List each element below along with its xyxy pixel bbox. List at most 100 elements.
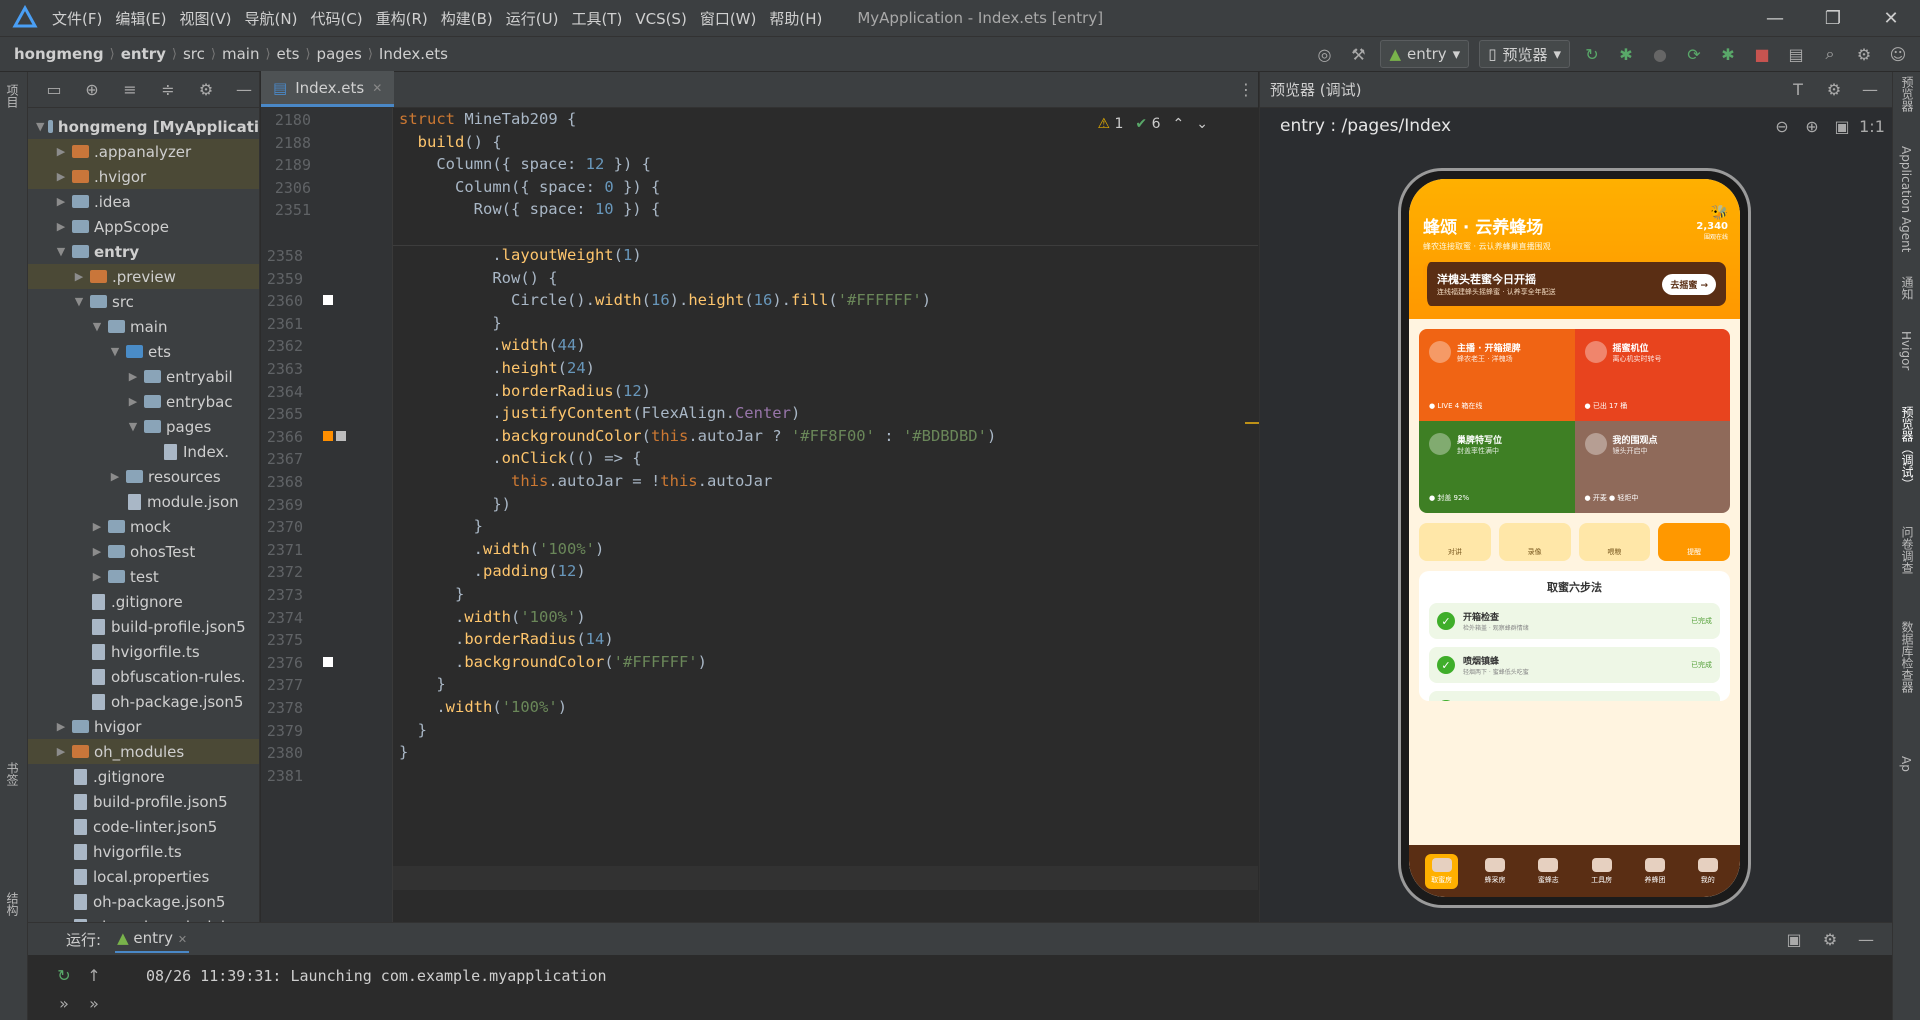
menu-item[interactable]: VCS(S) [635,10,686,28]
chevron-down-icon[interactable]: ⌄ [1196,116,1208,132]
tree-item[interactable]: ▶ mock [28,514,259,539]
menu-item[interactable]: 窗口(W) [700,10,757,28]
tree-item[interactable]: obfuscation-rules. [28,664,259,689]
app-tab[interactable]: 工具房 [1585,854,1618,889]
tree-item[interactable]: ▶ AppScope [28,214,259,239]
tree-item[interactable]: oh-package.json5 [28,689,259,714]
panel-icon[interactable]: ▭ [42,78,66,102]
tree-item[interactable]: ▶ test [28,564,259,589]
menu-item[interactable]: 视图(V) [180,10,232,28]
breadcrumb-item[interactable]: Index.ets [379,45,448,63]
live-card[interactable]: 主播 · 开箱提脾 蜂农老王 · 洋槐场 ● LIVE 4 箱在线 [1419,329,1575,421]
code-line[interactable]: Row({ space: 10 }) { [399,200,661,218]
code-line[interactable]: build() { [399,133,502,151]
quick-action-button[interactable]: 录像 [1498,523,1571,561]
profile-icon[interactable]: ✱ [1716,42,1740,66]
code-line[interactable]: } [399,743,408,761]
color-swatch[interactable] [336,430,346,441]
code-line[interactable]: .justifyContent(FlexAlign.Center) [399,404,800,422]
hammer-icon[interactable]: ⚒ [1346,42,1370,66]
code-line[interactable]: Column({ space: 0 }) { [399,178,660,196]
more-icon[interactable]: ⋮ [1234,78,1258,102]
fit-icon[interactable]: ▣ [1830,114,1854,138]
more-icon[interactable]: » [52,991,76,1015]
code-line[interactable]: .width('100%') [399,540,605,558]
inspection-widget[interactable]: ⚠ 1 ✔ 6 ⌃ ⌄ [1097,116,1208,132]
tree-item[interactable]: code-linter.json5 [28,814,259,839]
code-line[interactable]: this.autoJar = !this.autoJar [399,472,772,490]
breadcrumb-item[interactable]: src [183,45,205,63]
menu-item[interactable]: 运行(U) [506,10,559,28]
rerun-icon[interactable]: ↻ [1580,42,1604,66]
tree-item[interactable]: oh-package.json5 [28,889,259,914]
app-tab[interactable]: 取蜜房 [1425,853,1459,889]
code-line[interactable]: .borderRadius(12) [399,382,651,400]
step-item[interactable]: ✓ 喷烟镇蜂 轻烟两下 · 蜜蜂低头吃蜜 已完成 [1429,647,1720,683]
gear-icon[interactable]: ⚙ [1822,78,1846,102]
tree-item[interactable]: hvigorfile.ts [28,639,259,664]
more-icon[interactable]: » [82,991,106,1015]
close-icon[interactable]: ✕ [1862,8,1920,29]
chevron-down-icon[interactable]: ▼ [126,420,140,433]
color-swatch[interactable] [323,295,333,306]
tree-item[interactable]: ▶ .appanalyzer [28,139,259,164]
tree-item[interactable]: ▶ resources [28,464,259,489]
quick-action-button[interactable]: 对讲 [1419,523,1491,561]
live-card[interactable]: 我的围观点 镜头开启中 ● 开麦 ● 轻炬中 [1574,421,1730,513]
account-icon[interactable]: ☺ [1886,42,1910,66]
tree-item[interactable]: .gitignore [28,764,259,789]
app-tab[interactable]: 蜂采房 [1478,854,1511,889]
code-line[interactable]: } [399,314,501,332]
hide-icon[interactable]: — [232,78,256,102]
chevron-down-icon[interactable]: ▼ [108,345,122,358]
collapse-all-icon[interactable]: ≑ [156,78,180,102]
tree-item[interactable]: ▼ main [28,314,259,339]
chevron-right-icon[interactable]: ▶ [54,720,68,733]
tree-item[interactable]: ▶ .idea [28,189,259,214]
tree-item[interactable]: ▶ .hvigor [28,164,259,189]
layout-icon[interactable]: ▣ [1782,927,1806,951]
code-line[interactable]: .width('100%') [399,698,567,716]
folder-icon[interactable]: ▤ [1784,42,1808,66]
code-line[interactable]: } [399,517,483,535]
color-swatch[interactable] [323,430,333,441]
breadcrumb-item[interactable]: ets [277,45,300,63]
tree-item[interactable]: ▼ src [28,289,259,314]
live-card[interactable]: 巢脾特写位 封盖率性满中 ● 封盖 92% [1419,421,1575,513]
right-tool-tab[interactable]: 数据库检查器 [1899,621,1916,693]
right-tool-tab[interactable]: 通知 [1899,276,1916,300]
locate-icon[interactable]: ⊕ [80,78,104,102]
chevron-right-icon[interactable]: ▶ [54,145,68,158]
close-icon[interactable]: ✕ [178,933,187,946]
code-line[interactable]: Circle().width(16).height(16).fill('#FFF… [399,291,931,309]
gear-icon[interactable]: ⚙ [194,78,218,102]
step-item[interactable]: ✓ 开箱检查 检外箱盖 · 观察蜂群情绪 已完成 [1429,603,1720,639]
chevron-right-icon[interactable]: ▶ [126,395,140,408]
zoom-out-icon[interactable]: ⊖ [1770,114,1794,138]
tree-item[interactable]: build-profile.json5 [28,614,259,639]
chevron-right-icon[interactable]: ▶ [54,170,68,183]
device-dropdown[interactable]: ▯ 预览器 ▾ [1479,40,1570,68]
tree-item[interactable]: ▶ .preview [28,264,259,289]
chevron-right-icon[interactable]: ▶ [72,270,86,283]
gear-icon[interactable]: ⚙ [1852,42,1876,66]
chevron-up-icon[interactable]: ⌃ [1173,116,1185,132]
chevron-right-icon[interactable]: ▶ [90,520,104,533]
chevron-right-icon[interactable]: ▶ [54,195,68,208]
minimize-icon[interactable]: — [1746,8,1804,29]
chevron-down-icon[interactable]: ▼ [36,120,44,133]
attach-icon[interactable]: ● [1648,42,1672,66]
debug-icon[interactable]: ✱ [1614,42,1638,66]
project-tool-tab[interactable]: 项目 [4,84,21,108]
chevron-down-icon[interactable]: ▼ [72,295,86,308]
menu-item[interactable]: 工具(T) [571,10,622,28]
menu-item[interactable]: 导航(N) [245,10,298,28]
hide-icon[interactable]: — [1854,927,1878,951]
reload-icon[interactable]: ⟳ [1682,42,1706,66]
target-icon[interactable]: ◎ [1312,42,1336,66]
menu-item[interactable]: 重构(R) [376,10,428,28]
live-card[interactable]: 摇蜜机位 离心机实时转号 ● 已出 17 桶 [1574,329,1730,421]
menu-item[interactable]: 文件(F) [52,10,102,28]
tree-item[interactable]: ▼ hongmeng [MyApplicati [28,114,259,139]
expand-all-icon[interactable]: ≡ [118,78,142,102]
